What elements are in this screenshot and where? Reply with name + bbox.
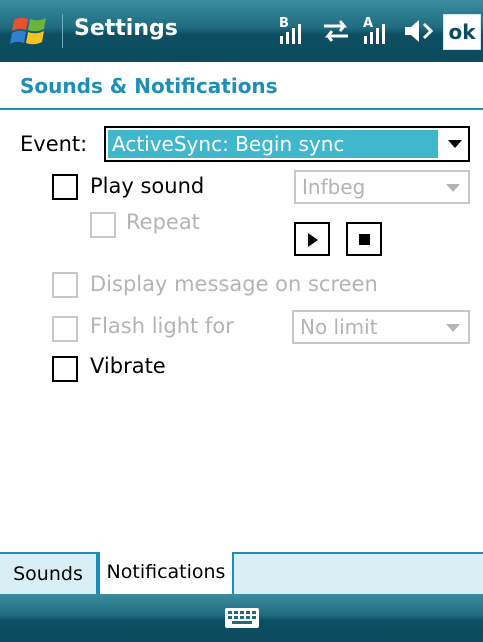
repeat-checkbox[interactable] <box>90 212 116 238</box>
play-sound-label: Play sound <box>90 174 205 198</box>
flash-light-label: Flash light for <box>90 314 234 338</box>
signal-a-icon[interactable]: A <box>362 14 396 48</box>
chevron-down-icon <box>448 140 462 148</box>
speaker-icon[interactable] <box>402 14 438 48</box>
display-message-checkbox[interactable] <box>52 272 78 298</box>
stop-icon <box>359 234 370 245</box>
svg-text:A: A <box>363 16 373 31</box>
play-button[interactable] <box>294 222 330 256</box>
bottom-bar <box>0 594 483 642</box>
tab-bar: Sounds Notifications <box>0 552 483 594</box>
stop-button[interactable] <box>346 222 382 256</box>
sound-dropdown[interactable]: Infbeg <box>294 170 470 204</box>
chevron-down-icon <box>446 184 460 192</box>
sound-dropdown-value: Infbeg <box>302 175 366 199</box>
title-separator <box>62 14 63 48</box>
flash-duration-dropdown[interactable]: No limit <box>292 310 470 344</box>
tab-notifications[interactable]: Notifications <box>98 552 234 594</box>
vibrate-label: Vibrate <box>90 354 166 378</box>
windows-start-icon[interactable] <box>10 12 50 50</box>
sync-arrows-icon[interactable] <box>318 14 354 48</box>
flash-light-checkbox[interactable] <box>52 316 78 342</box>
event-selected-value: ActiveSync: Begin sync <box>108 130 438 158</box>
ok-button[interactable]: ok <box>443 14 481 50</box>
signal-b-icon[interactable]: B <box>278 14 312 48</box>
page-title: Sounds & Notifications <box>20 74 278 98</box>
title-bar: Settings B A ok <box>0 0 483 62</box>
repeat-label: Repeat <box>126 210 200 234</box>
svg-text:B: B <box>279 16 289 31</box>
chevron-down-icon <box>446 324 460 332</box>
event-dropdown[interactable]: ActiveSync: Begin sync <box>104 126 470 162</box>
event-label: Event: <box>20 132 88 156</box>
flash-duration-value: No limit <box>300 315 378 339</box>
vibrate-checkbox[interactable] <box>52 356 78 382</box>
play-sound-checkbox[interactable] <box>52 174 78 200</box>
page-header: Sounds & Notifications <box>0 62 483 110</box>
tab-sounds[interactable]: Sounds <box>0 552 98 594</box>
keyboard-icon[interactable] <box>224 606 260 630</box>
play-icon <box>308 233 318 247</box>
app-title: Settings <box>74 16 178 41</box>
header-divider <box>0 108 483 110</box>
display-message-label: Display message on screen <box>90 272 378 296</box>
